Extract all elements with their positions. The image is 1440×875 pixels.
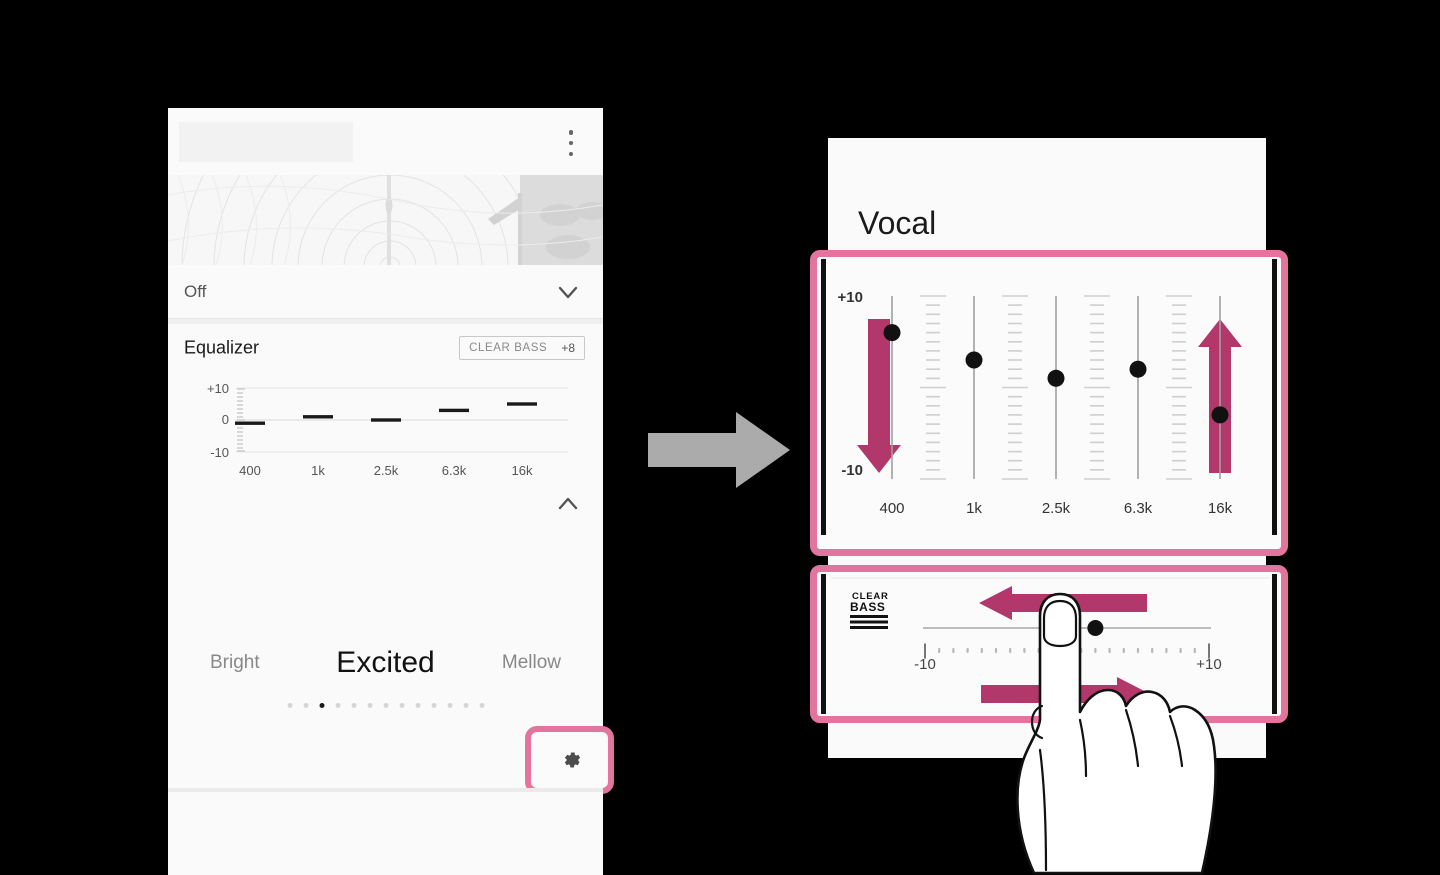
band-ruler	[1002, 295, 1028, 480]
band-ruler	[920, 295, 946, 480]
equalizer-band-markers	[235, 402, 537, 425]
carousel-dot[interactable]	[287, 703, 292, 708]
header-artwork	[168, 175, 603, 265]
band-slider-handle	[1047, 369, 1065, 387]
clear-bass-value: +8	[561, 341, 575, 355]
equalizer-x-label: 6.3k	[442, 463, 467, 478]
flow-arrow-right-icon	[648, 412, 790, 488]
overflow-menu-icon[interactable]	[561, 130, 581, 156]
right-panel-title: Vocal	[858, 205, 937, 241]
band-frequency-label: 1k	[966, 500, 982, 517]
carousel-dot[interactable]	[463, 703, 468, 708]
band-sliders-highlight-box: +10 -10 400 1k 2.5k 6.3k 16k	[810, 250, 1288, 556]
panel-footer-space	[168, 792, 603, 875]
chevron-up-icon[interactable]	[555, 492, 581, 514]
band-ruler	[1084, 295, 1110, 480]
svg-text:BASS: BASS	[850, 600, 885, 614]
carousel-dot[interactable]	[367, 703, 372, 708]
clear-bass-slider-area[interactable]: CLEAR BASS -10 +10	[817, 572, 1281, 716]
svg-text:-10: -10	[914, 656, 936, 673]
left-phone-panel: Off Equalizer CLEAR BASS +8 +10 0 -10 40…	[168, 108, 614, 875]
settings-button-highlight-group	[525, 726, 614, 794]
equalizer-title: Equalizer	[184, 337, 260, 358]
equalizer-x-labels: 400 1k 2.5k 6.3k 16k	[239, 463, 533, 478]
equalizer-x-label: 2.5k	[374, 463, 399, 478]
equalizer-band-marker	[439, 408, 469, 413]
band-frequency-label: 6.3k	[1124, 500, 1153, 517]
chevron-down-icon[interactable]	[555, 279, 581, 305]
gear-icon[interactable]	[559, 749, 581, 771]
equalizer-mini-chart[interactable]: +10 0 -10 400 1k 2.5k 6.3k 16k	[168, 372, 603, 482]
equalizer-band-marker	[371, 418, 401, 422]
band-slider-handle	[965, 351, 983, 369]
svg-text:-10: -10	[841, 462, 863, 479]
screenshot-root: Off Equalizer CLEAR BASS +8 +10 0 -10 40…	[0, 0, 1440, 875]
svg-text:0: 0	[222, 412, 229, 427]
carousel-dot[interactable]	[479, 703, 484, 708]
carousel-dot[interactable]	[415, 703, 420, 708]
preset-current-label: Excited	[336, 646, 435, 679]
flow-arrow-graphic	[648, 412, 790, 488]
equalizer-x-label: 16k	[512, 463, 533, 478]
carousel-dot[interactable]	[431, 703, 436, 708]
preset-carousel[interactable]: Bright Excited Mellow	[168, 633, 603, 693]
arrow-left-icon	[979, 586, 1147, 620]
clear-bass-badge[interactable]: CLEAR BASS +8	[459, 336, 585, 360]
carousel-dot[interactable]	[383, 703, 388, 708]
carousel-dot[interactable]	[319, 703, 324, 708]
sound-mode-row[interactable]: Off	[168, 265, 603, 319]
band-slider-handle	[1129, 360, 1147, 378]
clear-bass-highlight-box: CLEAR BASS -10 +10	[810, 565, 1288, 723]
gear-icon-glyph	[564, 752, 580, 768]
carousel-page-dots[interactable]	[287, 703, 484, 708]
band-frequency-label: 400	[879, 500, 904, 517]
arrow-right-icon	[981, 677, 1150, 711]
band-frequency-label: 2.5k	[1042, 500, 1071, 517]
app-top-bar	[168, 108, 603, 175]
equalizer-chart-graphic: +10 0 -10 400 1k 2.5k 6.3k 16k	[207, 381, 568, 478]
carousel-dot[interactable]	[399, 703, 404, 708]
clear-bass-logo-icon: CLEAR BASS	[850, 591, 888, 629]
band-sliders-graphic: +10 -10 400 1k 2.5k 6.3k 16k	[821, 259, 1277, 535]
equalizer-band-marker	[507, 402, 537, 406]
svg-text:+10: +10	[838, 289, 863, 306]
clear-bass-ruler	[924, 643, 1210, 659]
preset-previous-label[interactable]: Bright	[210, 652, 260, 674]
equalizer-band-marker	[235, 421, 265, 425]
overflow-dot	[568, 130, 574, 135]
sound-mode-value: Off	[184, 281, 207, 301]
equalizer-x-label: 1k	[311, 463, 325, 478]
preset-next-label[interactable]: Mellow	[502, 652, 561, 674]
arrow-down-icon	[857, 319, 901, 473]
carousel-dot[interactable]	[351, 703, 356, 708]
clear-bass-graphic: CLEAR BASS -10 +10	[821, 574, 1277, 714]
title-placeholder-block	[179, 122, 353, 162]
overflow-dot	[568, 140, 574, 146]
equalizer-band-marker	[303, 415, 333, 419]
band-sliders-area[interactable]: +10 -10 400 1k 2.5k 6.3k 16k	[817, 257, 1281, 549]
svg-text:+10: +10	[1196, 656, 1221, 673]
svg-text:+10: +10	[207, 381, 229, 396]
band-slider-handle	[883, 324, 901, 342]
svg-text:-10: -10	[210, 445, 229, 460]
artwork-graphic	[168, 175, 603, 265]
overflow-dot	[568, 151, 574, 156]
carousel-dot[interactable]	[335, 703, 340, 708]
carousel-dot[interactable]	[447, 703, 452, 708]
clear-bass-label: CLEAR BASS	[469, 342, 548, 354]
equalizer-section: Equalizer CLEAR BASS +8 +10 0 -10 400 1k…	[168, 324, 603, 676]
band-frequency-label: 16k	[1208, 500, 1233, 517]
carousel-dot[interactable]	[303, 703, 308, 708]
band-ruler	[1166, 295, 1192, 480]
band-slider-handle	[1211, 406, 1229, 424]
equalizer-header: Equalizer CLEAR BASS +8	[168, 324, 603, 372]
equalizer-x-label: 400	[239, 463, 261, 478]
